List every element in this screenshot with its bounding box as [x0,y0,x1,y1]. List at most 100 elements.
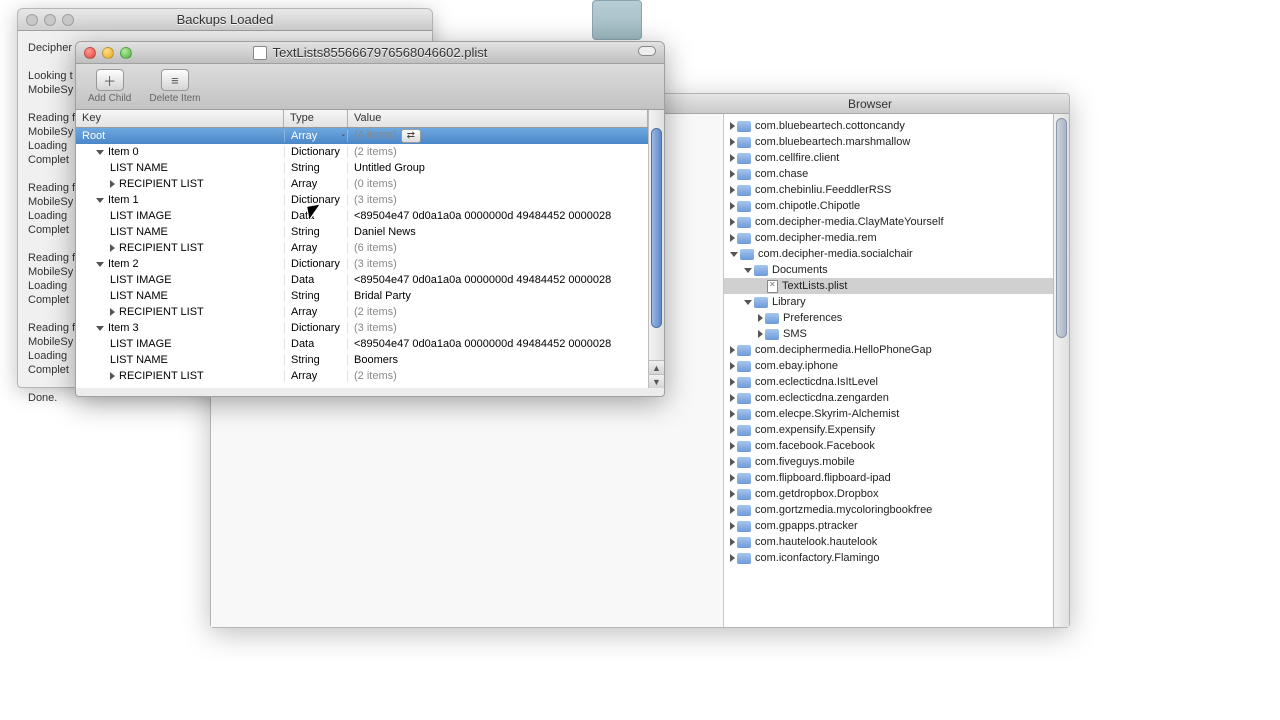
tree-row[interactable]: com.chase [724,166,1053,182]
chevron-down-icon[interactable] [96,326,104,331]
chevron-right-icon[interactable] [730,122,735,130]
chevron-right-icon[interactable] [730,442,735,450]
plist-row[interactable]: RECIPIENT LISTArray(2 items) [76,304,648,320]
chevron-right-icon[interactable] [730,138,735,146]
tree-row[interactable]: com.decipher-media.socialchair [724,246,1053,262]
plist-row[interactable]: Item 0Dictionary(2 items) [76,144,648,160]
type-label: String [284,290,348,302]
browser-scroll-thumb[interactable] [1056,118,1067,338]
tree-row[interactable]: TextLists.plist [724,278,1053,294]
key-label: RECIPIENT LIST [119,370,204,382]
browser-scrollbar[interactable]: ▲ ▼ [1053,114,1069,627]
chevron-right-icon[interactable] [110,180,115,188]
chevron-right-icon[interactable] [730,538,735,546]
plist-row[interactable]: LIST IMAGEData<89504e47 0d0a1a0a 0000000… [76,336,648,352]
chevron-down-icon[interactable] [744,268,752,273]
scroll-down-icon[interactable]: ▼ [649,374,664,388]
tree-row[interactable]: SMS [724,326,1053,342]
chevron-right-icon[interactable] [730,234,735,242]
plist-row[interactable]: RootArray(4 items)⇄ [76,128,648,144]
plist-row[interactable]: Item 1Dictionary(3 items) [76,192,648,208]
chevron-down-icon[interactable] [744,300,752,305]
chevron-right-icon[interactable] [730,490,735,498]
tree-row[interactable]: com.facebook.Facebook [724,438,1053,454]
tree-row[interactable]: com.hautelook.hautelook [724,534,1053,550]
tree-row[interactable]: Preferences [724,310,1053,326]
tree-row[interactable]: com.cellfire.client [724,150,1053,166]
tree-row[interactable]: com.deciphermedia.HelloPhoneGap [724,342,1053,358]
plist-row[interactable]: RECIPIENT LISTArray(0 items) [76,176,648,192]
tree-row[interactable]: com.decipher-media.rem [724,230,1053,246]
chevron-right-icon[interactable] [730,202,735,210]
plist-row[interactable]: LIST IMAGEData<89504e47 0d0a1a0a 0000000… [76,272,648,288]
chevron-right-icon[interactable] [730,426,735,434]
plist-row[interactable]: LIST NAMEStringBridal Party [76,288,648,304]
chevron-right-icon[interactable] [730,218,735,226]
chevron-right-icon[interactable] [730,458,735,466]
chevron-right-icon[interactable] [730,170,735,178]
chevron-right-icon[interactable] [730,154,735,162]
tree-row[interactable]: Library [724,294,1053,310]
folder-icon [737,137,751,148]
column-key[interactable]: Key [76,110,284,127]
tree-row[interactable]: com.gortzmedia.mycoloringbookfree [724,502,1053,518]
tree-row[interactable]: com.iconfactory.Flamingo [724,550,1053,566]
type-label[interactable]: Array [284,130,348,142]
chevron-right-icon[interactable] [730,410,735,418]
chevron-down-icon[interactable] [96,150,104,155]
chevron-right-icon[interactable] [730,474,735,482]
plist-row[interactable]: LIST NAMEStringBoomers [76,352,648,368]
tree-row[interactable]: com.getdropbox.Dropbox [724,486,1053,502]
plist-header-row[interactable]: Key Type Value [76,110,648,128]
chevron-right-icon[interactable] [730,554,735,562]
tree-row[interactable]: com.expensify.Expensify [724,422,1053,438]
tree-row[interactable]: Documents [724,262,1053,278]
column-type[interactable]: Type [284,110,348,127]
chevron-down-icon[interactable] [730,252,738,257]
plist-row[interactable]: Item 2Dictionary(3 items) [76,256,648,272]
plist-scroll-thumb[interactable] [651,128,662,328]
chevron-right-icon[interactable] [758,314,763,322]
plist-row[interactable]: LIST NAMEStringDaniel News [76,224,648,240]
tree-row[interactable]: com.bluebeartech.marshmallow [724,134,1053,150]
tree-row[interactable]: com.elecpe.Skyrim-Alchemist [724,406,1053,422]
tree-row[interactable]: com.chebinliu.FeeddlerRSS [724,182,1053,198]
backups-titlebar[interactable]: Backups Loaded [18,9,432,31]
value-stepper-icon[interactable]: ⇄ [401,129,421,143]
tree-row[interactable]: com.eclecticdna.zengarden [724,390,1053,406]
chevron-down-icon[interactable] [96,262,104,267]
column-value[interactable]: Value [348,110,648,127]
plist-row[interactable]: RECIPIENT LISTArray(2 items) [76,368,648,384]
chevron-right-icon[interactable] [110,244,115,252]
chevron-right-icon[interactable] [110,372,115,380]
chevron-down-icon[interactable] [96,198,104,203]
chevron-right-icon[interactable] [110,308,115,316]
chevron-right-icon[interactable] [758,330,763,338]
chevron-right-icon[interactable] [730,522,735,530]
scroll-up-icon[interactable]: ▲ [649,360,664,374]
plist-row[interactable]: LIST IMAGEData<89504e47 0d0a1a0a 0000000… [76,208,648,224]
delete-item-button[interactable]: ≡ Delete Item [149,69,200,104]
plist-scrollbar[interactable]: ▲ ▼ [648,110,664,388]
tree-row[interactable]: com.bluebeartech.cottoncandy [724,118,1053,134]
plist-titlebar[interactable]: TextLists8556667976568046602.plist [76,42,664,64]
tree-row[interactable]: com.eclecticdna.IsItLevel [724,374,1053,390]
chevron-right-icon[interactable] [730,186,735,194]
plist-row[interactable]: Item 3Dictionary(3 items) [76,320,648,336]
tree-row[interactable]: com.gpapps.ptracker [724,518,1053,534]
tree-row[interactable]: com.fiveguys.mobile [724,454,1053,470]
chevron-right-icon[interactable] [730,506,735,514]
plist-row[interactable]: RECIPIENT LISTArray(6 items) [76,240,648,256]
tree-label: com.expensify.Expensify [755,424,875,436]
add-child-button[interactable]: ＋ Add Child [88,69,131,104]
chevron-right-icon[interactable] [730,362,735,370]
tree-row[interactable]: com.decipher-media.ClayMateYourself [724,214,1053,230]
tree-row[interactable]: com.ebay.iphone [724,358,1053,374]
chevron-right-icon[interactable] [730,378,735,386]
tree-row[interactable]: com.flipboard.flipboard-ipad [724,470,1053,486]
plist-row[interactable]: LIST NAMEStringUntitled Group [76,160,648,176]
toolbar-pill-icon[interactable] [638,46,656,56]
chevron-right-icon[interactable] [730,346,735,354]
tree-row[interactable]: com.chipotle.Chipotle [724,198,1053,214]
chevron-right-icon[interactable] [730,394,735,402]
